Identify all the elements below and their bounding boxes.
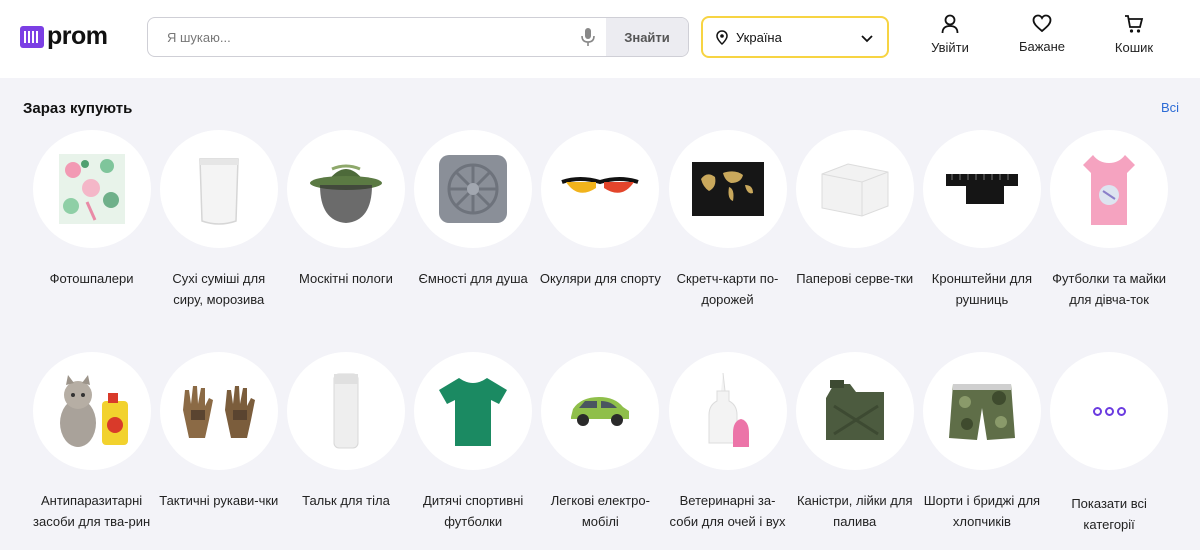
category-label: Кронштейни для рушниць — [931, 271, 1033, 307]
rifle-mount-image — [922, 130, 1041, 248]
header: prom Знайти Україна Увійти Бажане Кошик — [0, 0, 1200, 78]
pouch-image — [159, 130, 278, 248]
category-card[interactable]: Антипаразитарні засоби для тва-рин — [28, 352, 155, 560]
category-card[interactable]: Тактичні рукави-чки — [155, 352, 282, 560]
sport-glasses-image — [541, 130, 660, 248]
vet-drops-image — [668, 352, 787, 470]
category-label: Ємності для душа — [418, 271, 528, 286]
section-title: Зараз купують — [23, 100, 133, 117]
region-value: Україна — [736, 29, 782, 45]
search-button[interactable]: Знайти — [606, 18, 688, 56]
category-card[interactable]: Сухі суміші для сиру, морозива — [155, 130, 282, 338]
category-label: Легкові електро-мобілі — [550, 493, 650, 529]
logo-text: prom — [47, 22, 108, 50]
category-label: Показати всі категорії — [1071, 496, 1147, 532]
green-tshirt-image — [414, 352, 533, 470]
popular-now-section: Зараз купують Всі Фотошпалери Сухі суміш… — [0, 78, 1200, 550]
jerrycan-image — [795, 352, 914, 470]
mosquito-hat-image — [286, 130, 405, 248]
category-label: Тальк для тіла — [302, 493, 390, 508]
category-label: Футболки та майки для дівча-ток — [1052, 271, 1167, 307]
cart-label: Кошик — [1114, 40, 1154, 55]
category-label: Ветеринарні за-соби для очей і вух — [669, 493, 786, 529]
category-label: Скретч-карти по-дорожей — [676, 271, 779, 307]
cart-icon — [1125, 15, 1144, 33]
more-dots-icon — [1050, 352, 1169, 470]
category-card[interactable]: Москітні пологи — [282, 130, 409, 338]
category-label: Сухі суміші для сиру, морозива — [172, 271, 266, 307]
microphone-icon[interactable] — [570, 18, 606, 56]
region-select[interactable]: Україна — [701, 16, 889, 58]
girls-tshirt-image — [1050, 130, 1169, 248]
login-label: Увійти — [931, 40, 969, 55]
category-card[interactable]: Дитячі спортивні футболки — [410, 352, 537, 560]
prom-logo-icon — [20, 25, 44, 48]
category-label: Дитячі спортивні футболки — [423, 493, 524, 529]
category-card[interactable]: Скретч-карти по-дорожей — [664, 130, 791, 338]
category-grid: Фотошпалери Сухі суміші для сиру, морози… — [28, 130, 1178, 560]
category-label: Каністри, лійки для палива — [796, 493, 913, 529]
show-all-categories-card[interactable]: Показати всі категорії — [1046, 352, 1173, 560]
prom-logo[interactable]: prom — [20, 24, 108, 49]
category-label: Окуляри для спорту — [539, 271, 661, 286]
category-label: Тактичні рукави-чки — [159, 493, 279, 508]
category-card[interactable]: Шорти і бриджі для хлопчиків — [918, 352, 1045, 560]
category-card[interactable]: Ємності для душа — [410, 130, 537, 338]
user-icon — [941, 14, 959, 34]
camo-shorts-image — [922, 352, 1041, 470]
category-label: Фотошпалери — [49, 271, 134, 286]
category-label: Паперові серве-тки — [796, 271, 914, 286]
category-label: Антипаразитарні засоби для тва-рин — [33, 493, 151, 529]
tactical-gloves-image — [159, 352, 278, 470]
login-button[interactable]: Увійти — [915, 14, 985, 64]
chevron-down-icon — [861, 31, 873, 46]
category-card[interactable]: Каністри, лійки для палива — [791, 352, 918, 560]
category-card[interactable]: Футболки та майки для дівча-ток — [1046, 130, 1173, 338]
category-label: Москітні пологи — [299, 271, 393, 286]
category-card[interactable]: Фотошпалери — [28, 130, 155, 338]
search-bar: Знайти — [147, 17, 689, 57]
cart-button[interactable]: Кошик — [1099, 14, 1169, 64]
search-input[interactable] — [148, 18, 570, 56]
location-pin-icon — [716, 29, 728, 45]
category-card[interactable]: Окуляри для спорту — [537, 130, 664, 338]
napkins-image — [795, 130, 914, 248]
scratch-map-image — [668, 130, 787, 248]
shower-tank-image — [414, 130, 533, 248]
heart-icon — [1032, 14, 1052, 33]
category-card[interactable]: Ветеринарні за-соби для очей і вух — [664, 352, 791, 560]
cat-spray-image — [32, 352, 151, 470]
electric-car-image — [541, 352, 660, 470]
category-label: Шорти і бриджі для хлопчиків — [923, 493, 1041, 529]
category-card[interactable]: Легкові електро-мобілі — [537, 352, 664, 560]
category-card[interactable]: Паперові серве-тки — [791, 130, 918, 338]
wallpaper-image — [32, 130, 151, 248]
category-card[interactable]: Тальк для тіла — [282, 352, 409, 560]
wishlist-label: Бажане — [1018, 39, 1066, 54]
all-categories-link[interactable]: Всі — [1161, 100, 1179, 115]
wishlist-button[interactable]: Бажане — [1007, 14, 1077, 64]
talc-bottle-image — [286, 352, 405, 470]
category-card[interactable]: Кронштейни для рушниць — [918, 130, 1045, 338]
